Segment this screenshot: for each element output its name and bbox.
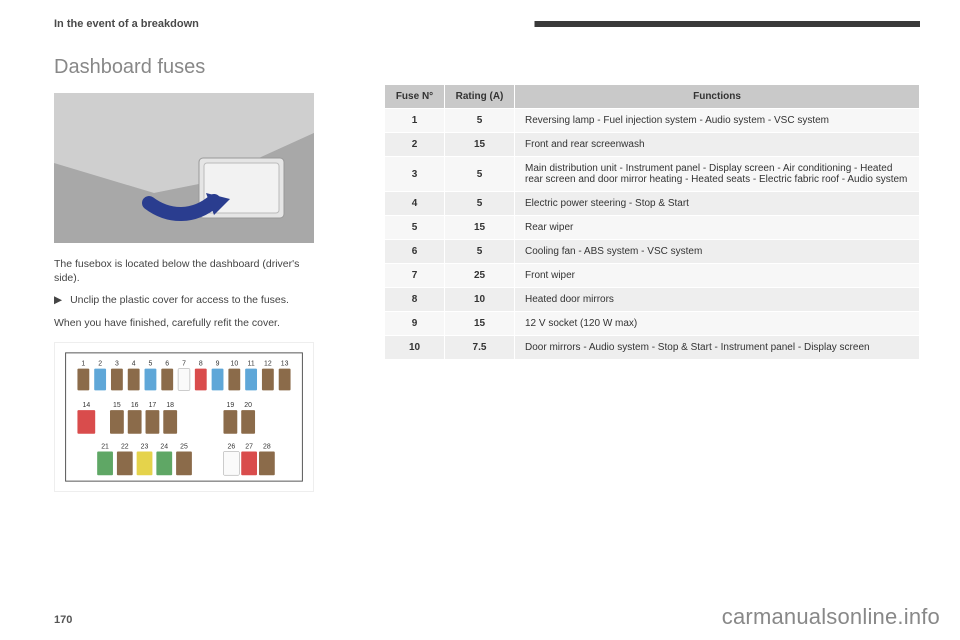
table-row: 515Rear wiper <box>385 216 920 240</box>
fuse-function: 12 V socket (120 W max) <box>515 312 920 336</box>
fuse-number: 3 <box>385 157 445 192</box>
svg-text:22: 22 <box>121 443 129 450</box>
fuse-function: Front and rear screenwash <box>515 133 920 157</box>
svg-text:11: 11 <box>248 360 255 367</box>
left-column: Dashboard fuses The fusebox is located b… <box>54 56 354 492</box>
fuse-function: Cooling fan - ABS system - VSC system <box>515 240 920 264</box>
svg-text:18: 18 <box>166 402 174 409</box>
table-row: 215Front and rear screenwash <box>385 133 920 157</box>
right-column: Fuse N° Rating (A) Functions 15Reversing… <box>384 56 920 492</box>
watermark: carmanualsonline.info <box>722 604 940 630</box>
svg-text:3: 3 <box>115 360 119 367</box>
fuse-number: 6 <box>385 240 445 264</box>
svg-text:4: 4 <box>132 360 136 367</box>
fuse-function: Door mirrors - Audio system - Stop & Sta… <box>515 336 920 360</box>
intro-paragraph-2: When you have finished, carefully refit … <box>54 316 314 330</box>
table-row: 725Front wiper <box>385 264 920 288</box>
table-row: 65Cooling fan - ABS system - VSC system <box>385 240 920 264</box>
svg-text:15: 15 <box>113 402 121 409</box>
table-row: 15Reversing lamp - Fuel injection system… <box>385 109 920 133</box>
chapter-title: In the event of a breakdown <box>54 18 199 30</box>
fuse-function: Main distribution unit - Instrument pane… <box>515 157 920 192</box>
section-title: Dashboard fuses <box>54 56 354 79</box>
col-header-functions: Functions <box>515 85 920 109</box>
fuse-number: 7 <box>385 264 445 288</box>
header-rule <box>219 21 920 27</box>
svg-text:23: 23 <box>141 443 149 450</box>
svg-text:8: 8 <box>199 360 203 367</box>
intro-bullet-text: Unclip the plastic cover for access to t… <box>70 293 289 307</box>
fuse-function: Reversing lamp - Fuel injection system -… <box>515 109 920 133</box>
svg-text:19: 19 <box>227 402 235 409</box>
svg-text:27: 27 <box>245 443 253 450</box>
svg-text:26: 26 <box>228 443 236 450</box>
svg-text:16: 16 <box>131 402 139 409</box>
fuse-rating: 10 <box>445 288 515 312</box>
svg-text:5: 5 <box>149 360 153 367</box>
header-bar: In the event of a breakdown <box>54 18 920 30</box>
svg-text:13: 13 <box>281 360 289 367</box>
svg-text:1: 1 <box>81 360 85 367</box>
col-header-fuse: Fuse N° <box>385 85 445 109</box>
fuse-number: 1 <box>385 109 445 133</box>
svg-text:25: 25 <box>180 443 188 450</box>
page-number: 170 <box>54 614 72 626</box>
fuse-number: 9 <box>385 312 445 336</box>
fuse-number: 2 <box>385 133 445 157</box>
fuse-number: 8 <box>385 288 445 312</box>
svg-text:21: 21 <box>101 443 109 450</box>
fuse-rating: 7.5 <box>445 336 515 360</box>
svg-text:28: 28 <box>263 443 271 450</box>
fuse-number: 4 <box>385 192 445 216</box>
fuse-rating: 15 <box>445 133 515 157</box>
fuse-function: Rear wiper <box>515 216 920 240</box>
fusebox-photo <box>54 93 314 243</box>
table-row: 35Main distribution unit - Instrument pa… <box>385 157 920 192</box>
svg-text:17: 17 <box>149 402 157 409</box>
bullet-marker-icon: ▶ <box>54 293 62 307</box>
svg-text:2: 2 <box>98 360 102 367</box>
fuse-rating: 5 <box>445 157 515 192</box>
fusebox-diagram: 1234567891011121314151617181920212223242… <box>54 342 314 492</box>
fuse-number: 10 <box>385 336 445 360</box>
table-row: 91512 V socket (120 W max) <box>385 312 920 336</box>
intro-paragraph-1: The fusebox is located below the dashboa… <box>54 257 314 285</box>
fuse-rating: 15 <box>445 216 515 240</box>
svg-text:24: 24 <box>160 443 168 450</box>
fuse-rating: 5 <box>445 192 515 216</box>
col-header-rating: Rating (A) <box>445 85 515 109</box>
fuse-number: 5 <box>385 216 445 240</box>
svg-text:12: 12 <box>264 360 272 367</box>
svg-text:14: 14 <box>82 402 90 409</box>
svg-text:9: 9 <box>216 360 220 367</box>
table-row: 45Electric power steering - Stop & Start <box>385 192 920 216</box>
fuse-table: Fuse N° Rating (A) Functions 15Reversing… <box>384 84 920 360</box>
fuse-rating: 5 <box>445 240 515 264</box>
svg-text:10: 10 <box>230 360 238 367</box>
svg-text:20: 20 <box>244 402 252 409</box>
fuse-rating: 5 <box>445 109 515 133</box>
fuse-function: Front wiper <box>515 264 920 288</box>
fuse-rating: 15 <box>445 312 515 336</box>
intro-bullet: ▶ Unclip the plastic cover for access to… <box>54 293 314 307</box>
svg-text:6: 6 <box>165 360 169 367</box>
table-row: 810Heated door mirrors <box>385 288 920 312</box>
svg-text:7: 7 <box>182 360 186 367</box>
fuse-function: Heated door mirrors <box>515 288 920 312</box>
fuse-function: Electric power steering - Stop & Start <box>515 192 920 216</box>
table-row: 107.5Door mirrors - Audio system - Stop … <box>385 336 920 360</box>
fuse-rating: 25 <box>445 264 515 288</box>
